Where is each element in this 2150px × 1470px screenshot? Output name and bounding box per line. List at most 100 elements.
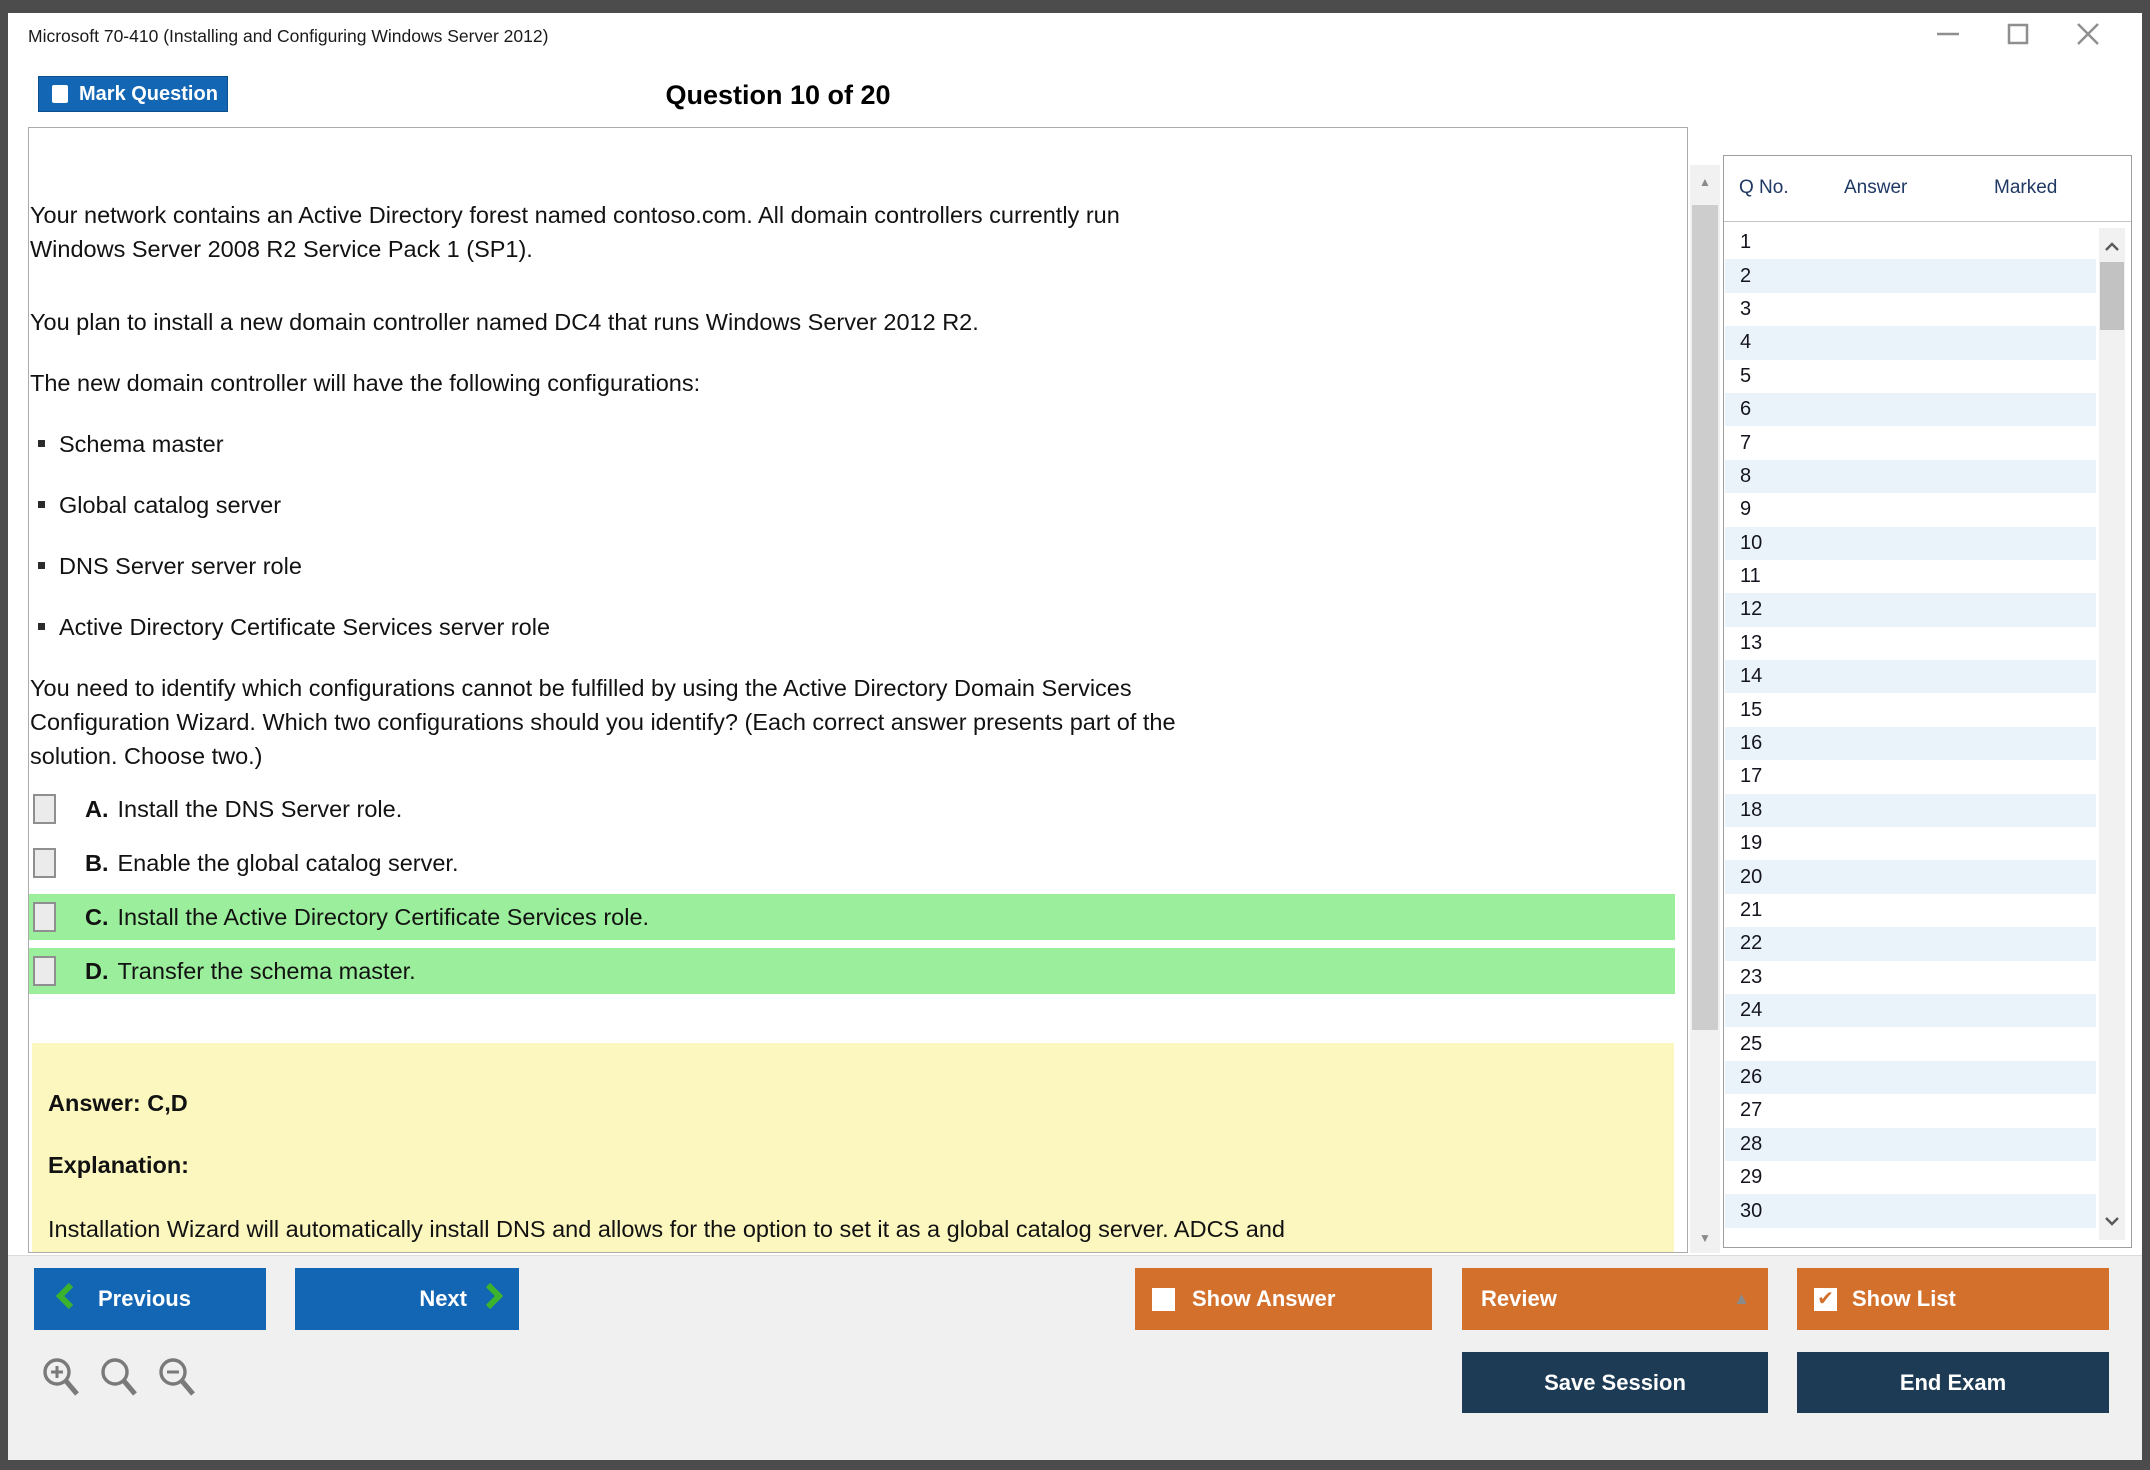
question-number: 13 — [1740, 631, 1763, 654]
question-number: 19 — [1740, 832, 1763, 855]
question-number: 30 — [1740, 1199, 1763, 1222]
question-number: 15 — [1740, 698, 1763, 721]
options-list: A. Install the DNS Server role. B. Enable t… — [29, 786, 1675, 1002]
question-list-row[interactable]: 10 — [1725, 526, 2096, 560]
save-session-button[interactable]: Save Session — [1462, 1352, 1768, 1413]
question-paragraph: Your network contains an Active Director… — [30, 202, 1120, 262]
list-scroll-up-icon[interactable] — [2099, 234, 2125, 260]
window-controls — [1934, 22, 2102, 50]
zoom-in-icon[interactable] — [40, 1355, 82, 1404]
question-list-row[interactable]: 15 — [1725, 693, 2096, 726]
question-list-row[interactable]: 9 — [1725, 493, 2096, 526]
question-list-row[interactable]: 3 — [1725, 293, 2096, 326]
zoom-controls — [40, 1355, 198, 1404]
main-scrollbar-thumb[interactable] — [1692, 205, 1718, 1030]
option-checkbox[interactable] — [33, 956, 56, 986]
minimize-icon — [1935, 21, 1961, 52]
next-button[interactable]: Next — [295, 1268, 519, 1330]
show-list-checkbox[interactable]: ✔ — [1814, 1287, 1837, 1311]
question-number: 9 — [1740, 498, 1752, 521]
question-list-row[interactable]: 24 — [1725, 993, 2096, 1028]
option-checkbox[interactable] — [33, 902, 56, 932]
question-list-row[interactable]: 8 — [1725, 459, 2096, 494]
scroll-up-icon[interactable]: ▲ — [1690, 169, 1720, 195]
question-number: 20 — [1740, 865, 1763, 888]
chevron-left-icon — [55, 1282, 74, 1316]
question-list-row[interactable]: 27 — [1725, 1094, 2096, 1127]
configuration-bullet: Active Directory Certificate Services se… — [30, 610, 1220, 644]
question-list-row[interactable]: 14 — [1725, 660, 2096, 694]
previous-label: Previous — [98, 1286, 191, 1311]
option-letter: A. — [85, 795, 109, 822]
question-list-row[interactable]: 30 — [1725, 1194, 2096, 1228]
question-list-row[interactable]: 25 — [1725, 1027, 2096, 1060]
question-list-row[interactable]: 5 — [1725, 360, 2096, 393]
question-list-row[interactable]: 1 — [1725, 226, 2096, 259]
question-list-row[interactable]: 18 — [1725, 793, 2096, 828]
mark-question-label: Mark Question — [79, 82, 218, 105]
question-list-row[interactable]: 21 — [1725, 894, 2096, 927]
question-list-row[interactable]: 2 — [1725, 259, 2096, 293]
scroll-down-icon[interactable]: ▼ — [1690, 1225, 1720, 1251]
show-list-button[interactable]: ✔ Show List — [1797, 1268, 2109, 1330]
minimize-button[interactable] — [1934, 22, 1962, 50]
option-text: Install the Active Directory Certificate… — [117, 903, 650, 930]
question-number: 27 — [1740, 1099, 1763, 1122]
show-answer-button[interactable]: Show Answer — [1135, 1268, 1432, 1330]
answer-line: Answer: C,D — [48, 1090, 188, 1116]
window-title: Microsoft 70-410 (Installing and Configu… — [28, 26, 549, 46]
question-number: 16 — [1740, 732, 1763, 755]
question-list-row[interactable]: 20 — [1725, 860, 2096, 894]
option-text: Enable the global catalog server. — [117, 849, 459, 876]
question-list-row[interactable]: 16 — [1725, 726, 2096, 761]
review-button[interactable]: Review ▲ — [1462, 1268, 1768, 1330]
question-paragraph: The new domain controller will have the … — [30, 370, 701, 396]
answer-option-d[interactable]: D. Transfer the schema master. — [29, 948, 1675, 994]
question-list-row[interactable]: 22 — [1725, 927, 2096, 961]
question-list-row[interactable]: 17 — [1725, 760, 2096, 793]
question-number: 29 — [1740, 1166, 1763, 1189]
question-list-row[interactable]: 19 — [1725, 827, 2096, 860]
question-list-row[interactable]: 29 — [1725, 1161, 2096, 1194]
bullet-icon — [38, 562, 45, 569]
end-exam-button[interactable]: End Exam — [1797, 1352, 2109, 1413]
answer-option-c[interactable]: C. Install the Active Directory Certifica… — [29, 894, 1675, 940]
option-checkbox[interactable] — [33, 794, 56, 824]
question-list-row[interactable]: 4 — [1725, 326, 2096, 360]
question-paragraph: You plan to install a new domain control… — [30, 309, 979, 335]
bullet-text: Active Directory Certificate Services se… — [59, 614, 551, 640]
list-scroll-down-icon[interactable] — [2099, 1208, 2125, 1234]
question-list-scrollbar-thumb[interactable] — [2100, 262, 2124, 330]
question-number: 7 — [1740, 431, 1752, 454]
show-list-label: Show List — [1852, 1286, 1956, 1311]
question-list-row[interactable]: 11 — [1725, 560, 2096, 593]
zoom-out-icon[interactable] — [156, 1355, 198, 1404]
question-number: 23 — [1740, 965, 1763, 988]
question-number: 11 — [1740, 565, 1761, 588]
close-icon — [2075, 21, 2101, 52]
option-checkbox[interactable] — [33, 848, 56, 878]
configuration-bullet: DNS Server server role — [30, 549, 1220, 583]
question-number: 18 — [1740, 798, 1763, 821]
question-number: 8 — [1740, 464, 1752, 487]
show-answer-checkbox[interactable] — [1152, 1287, 1175, 1311]
mark-question-checkbox[interactable] — [52, 85, 68, 103]
close-button[interactable] — [2074, 22, 2102, 50]
mark-question-button[interactable]: Mark Question — [38, 76, 228, 112]
answer-option-a[interactable]: A. Install the DNS Server role. — [29, 786, 1675, 832]
question-list-row[interactable]: 28 — [1725, 1127, 2096, 1161]
question-list-row[interactable]: 6 — [1725, 392, 2096, 427]
question-list-row[interactable]: 13 — [1725, 627, 2096, 660]
main-scrollbar[interactable]: ▲ ▼ — [1690, 165, 1720, 1253]
question-list-panel: Q No. Answer Marked 1 2 3 4 5 6 7 8 9 10 11 12 13 14 1… — [1723, 155, 2132, 1248]
magnifier-icon[interactable] — [98, 1355, 140, 1404]
question-list-scrollbar[interactable] — [2099, 228, 2125, 1240]
question-list-row[interactable]: 12 — [1725, 593, 2096, 627]
answer-option-b[interactable]: B. Enable the global catalog server. — [29, 840, 1675, 886]
maximize-button[interactable] — [2004, 22, 2032, 50]
question-list-row[interactable]: 7 — [1725, 426, 2096, 459]
previous-button[interactable]: Previous — [34, 1268, 266, 1330]
question-list-row[interactable]: 26 — [1725, 1060, 2096, 1095]
option-text: Transfer the schema master. — [117, 957, 416, 984]
question-list-row[interactable]: 23 — [1725, 961, 2096, 994]
